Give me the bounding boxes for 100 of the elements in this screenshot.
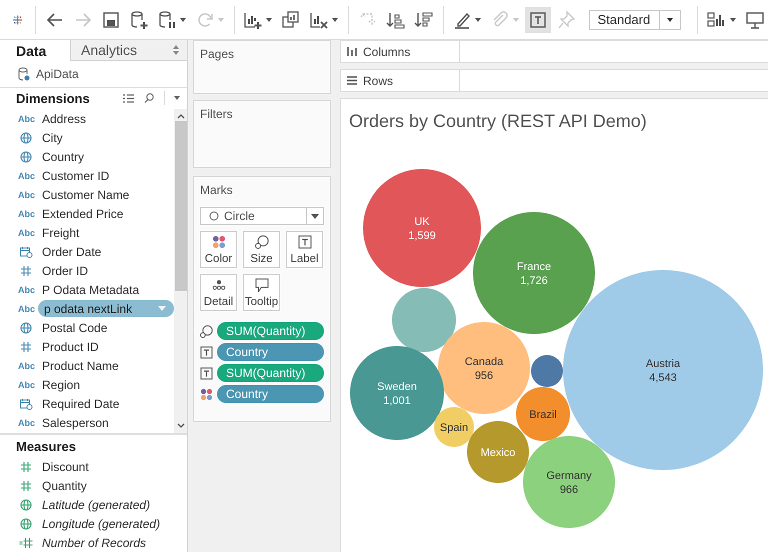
text-label-icon: [200, 366, 213, 380]
field-name[interactable]: Product Name: [42, 358, 119, 372]
rows-icon: [347, 76, 357, 85]
bubble-label: Mexico: [480, 447, 516, 459]
marks-button[interactable]: Size: [243, 231, 280, 268]
caret-icon: [474, 16, 482, 22]
color-dots-icon: [200, 388, 213, 400]
database-icon: [18, 67, 30, 81]
pin-icon: [556, 10, 576, 30]
string-type-icon: Abc: [18, 170, 34, 180]
string-type-icon: Abc: [18, 228, 34, 238]
bubble-value: 4,543: [649, 372, 677, 384]
scroll-down-icon[interactable]: [176, 423, 184, 429]
globe-icon: [18, 498, 34, 510]
string-type-icon: Abc: [18, 208, 34, 218]
globe-icon: [18, 518, 34, 530]
field-name[interactable]: Salesperson: [42, 416, 109, 430]
field-name[interactable]: Number of Records: [42, 536, 146, 550]
marks-button[interactable]: Color: [200, 231, 237, 268]
hash-icon: [18, 460, 34, 472]
caret-icon: [265, 16, 274, 22]
search-icon[interactable]: [144, 93, 154, 104]
list-view-icon[interactable]: [123, 94, 134, 103]
globe-icon: [18, 132, 34, 144]
circle-icon: [209, 211, 219, 221]
caret-icon: [178, 16, 187, 22]
field-name[interactable]: Order Date: [42, 244, 102, 258]
rows-shelf[interactable]: Rows: [340, 69, 768, 92]
data-source-name[interactable]: ApiData: [36, 67, 79, 81]
field-name[interactable]: Country: [42, 150, 84, 164]
caret-icon: [666, 16, 674, 22]
sort-descending-icon: [414, 10, 434, 30]
marks-button[interactable]: Label: [286, 231, 323, 268]
field-name[interactable]: Address: [42, 112, 86, 126]
field-name[interactable]: Order ID: [42, 264, 88, 278]
field-name[interactable]: Longitude (generated): [42, 516, 160, 530]
field-name[interactable]: Required Date: [42, 396, 120, 410]
hash-icon: [18, 340, 34, 352]
columns-shelf[interactable]: Columns: [340, 40, 768, 63]
calculated-number-icon: [18, 536, 34, 548]
size-circles-icon: [254, 235, 268, 249]
field-name[interactable]: City: [42, 130, 63, 144]
bubble-value: 1,726: [520, 275, 548, 287]
field-pill[interactable]: p odata nextLink: [38, 300, 174, 317]
text-label-icon: [298, 235, 312, 249]
scrollbar-thumb[interactable]: [174, 121, 186, 291]
text-label-button[interactable]: [525, 6, 552, 32]
bubble-value: 966: [560, 484, 578, 496]
mark-type-dropdown[interactable]: Circle: [200, 207, 324, 225]
view-size-dropdown[interactable]: Standard: [589, 10, 682, 30]
bubble-label: Sweden: [377, 381, 417, 393]
string-type-icon: Abc: [18, 418, 34, 428]
hash-icon: [18, 480, 34, 492]
bubble-label: France: [516, 261, 552, 273]
database-pause-icon: [156, 10, 177, 30]
field-name[interactable]: Discount: [42, 460, 89, 474]
field-name[interactable]: Customer ID: [42, 168, 110, 182]
shelf-label: Rows: [363, 74, 394, 88]
text-label-icon: [200, 346, 213, 358]
bubble-label: Brazil: [529, 409, 557, 421]
caret-icon: [729, 16, 738, 22]
text-label-icon: [528, 10, 548, 30]
field-name[interactable]: Quantity: [42, 478, 87, 492]
field-name[interactable]: Latitude (generated): [42, 498, 150, 512]
marks-button[interactable]: Tooltip: [243, 274, 280, 311]
detail-dots-icon: [212, 278, 226, 292]
shelf-label: Columns: [363, 44, 410, 58]
field-name[interactable]: P Odata Metadata: [42, 282, 140, 296]
caret-icon: [216, 16, 225, 22]
field-name[interactable]: Postal Code: [42, 320, 108, 334]
caret-icon[interactable]: [173, 95, 181, 102]
color-dots-icon: [212, 235, 226, 249]
sidebar-tab[interactable]: Analytics: [70, 40, 187, 62]
field-name[interactable]: Freight: [42, 226, 80, 240]
bubble-value: 1,001: [383, 395, 411, 407]
string-type-icon: Abc: [18, 190, 34, 200]
card-title: Pages: [200, 47, 236, 61]
field-name[interactable]: Customer Name: [42, 188, 130, 202]
caret-icon: [512, 16, 520, 22]
string-type-icon: Abc: [18, 284, 34, 294]
string-type-icon: Abc: [18, 114, 34, 124]
marks-button[interactable]: Detail: [200, 274, 237, 311]
bubble-value: 956: [474, 370, 494, 382]
field-name[interactable]: Product ID: [42, 340, 99, 354]
database-plus-icon: [128, 10, 149, 30]
field-name[interactable]: Region: [42, 378, 80, 392]
scroll-up-icon[interactable]: [176, 113, 184, 119]
bubble[interactable]: [434, 407, 474, 447]
bubble-label: Canada: [464, 356, 504, 368]
field-name[interactable]: Extended Price: [42, 206, 124, 220]
spinner-arrows-icon: [173, 45, 179, 56]
chart-title: Orders by Country (REST API Demo): [348, 110, 648, 133]
caret-icon: [331, 16, 340, 22]
bubble-label: Austria: [646, 358, 680, 370]
bubble-label: Germany: [546, 470, 592, 482]
bubble[interactable]: [516, 387, 570, 441]
save-icon: [100, 10, 121, 30]
speech-bubble-icon: [254, 278, 268, 292]
hash-icon: [18, 264, 34, 276]
globe-icon: [18, 150, 34, 162]
